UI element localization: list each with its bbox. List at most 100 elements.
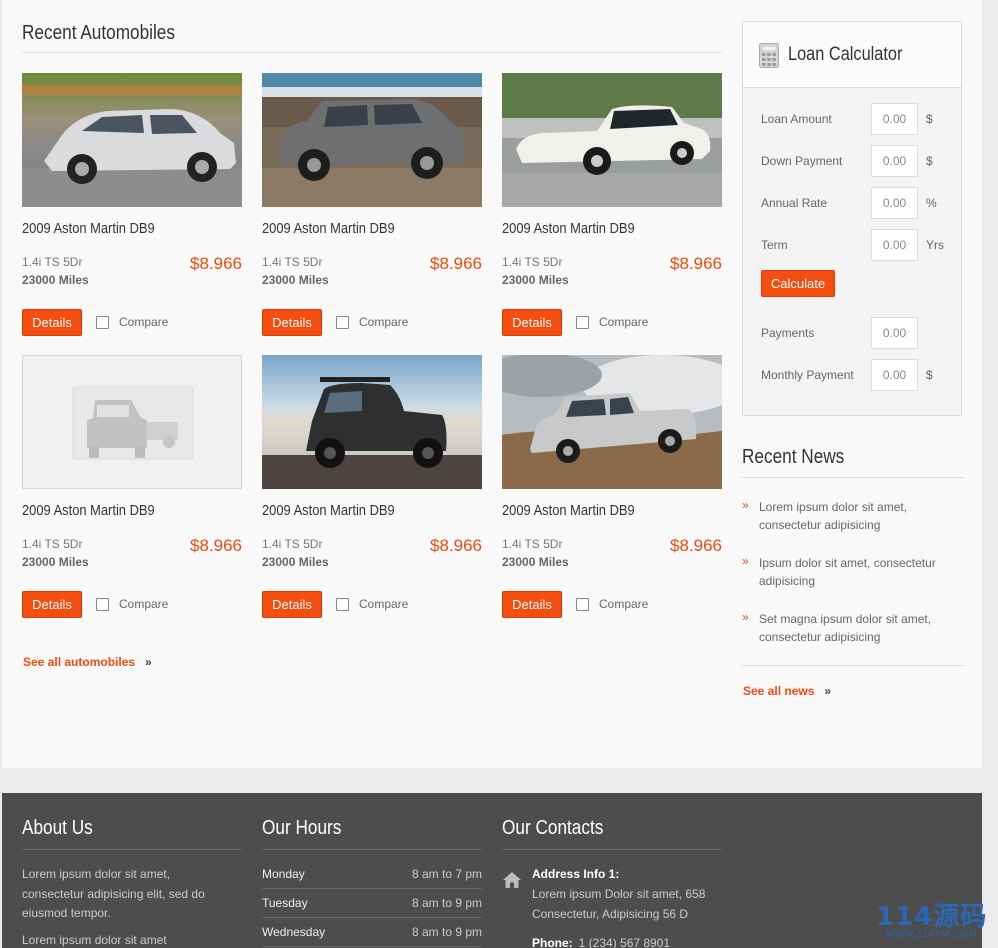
hours-time: 8 am to 7 pm xyxy=(411,867,482,881)
car-name[interactable]: 2009 Aston Martin DB9 xyxy=(262,502,395,519)
car-image-white-classic-coupe[interactable] xyxy=(502,73,722,207)
down-payment-input[interactable]: 0.00 xyxy=(871,145,918,177)
compare-label[interactable]: Compare xyxy=(119,315,168,329)
home-icon xyxy=(503,872,521,888)
car-name[interactable]: 2009 Aston Martin DB9 xyxy=(502,502,635,519)
car-miles: 23000 Miles xyxy=(262,273,329,287)
annual-rate-label: Annual Rate xyxy=(761,196,828,210)
watermark-text: 114源码 xyxy=(876,902,988,932)
car-price: $8.966 xyxy=(430,536,482,555)
recent-news-title: Recent News xyxy=(742,446,845,468)
compare-checkbox[interactable] xyxy=(576,598,589,611)
annual-rate-input[interactable]: 0.00 xyxy=(871,187,918,219)
car-image-silver-hatchback[interactable] xyxy=(22,73,242,207)
section-title: Recent Automobiles xyxy=(22,22,175,44)
car-card: 2009 Aston Martin DB9 1.4i TS 5Dr 23000 … xyxy=(262,73,482,339)
watermark-url: WWW.114YM.COM xyxy=(885,929,978,939)
our-hours-header: Our Hours xyxy=(262,817,482,850)
car-trim: 1.4i TS 5Dr xyxy=(22,255,83,269)
chevron-right-icon: » xyxy=(742,498,749,512)
see-all-automobiles-label: See all automobiles xyxy=(23,655,136,669)
car-card: 2009 Aston Martin DB9 1.4i TS 5Dr 23000 … xyxy=(22,355,242,621)
footer: About Us Lorem ipsum dolor sit amet, con… xyxy=(2,793,982,948)
car-image-placeholder[interactable] xyxy=(22,355,242,489)
car-card: 2009 Aston Martin DB9 1.4i TS 5Dr 23000 … xyxy=(502,73,722,339)
about-us-text: Lorem ipsum dolor sit amet, consectetur … xyxy=(22,867,205,920)
loan-calculator-header: Loan Calculator xyxy=(743,22,961,88)
loan-amount-input[interactable]: 0.00 xyxy=(871,103,918,135)
news-link[interactable]: Ipsum dolor sit amet, consectetur adipis… xyxy=(759,554,964,590)
loan-calculator: Loan Calculator Loan Amount 0.00 $ Down … xyxy=(742,21,962,416)
car-image-grey-suv-beach[interactable] xyxy=(262,73,482,207)
monthly-payment-label: Monthly Payment xyxy=(761,368,854,382)
recent-automobiles-header: Recent Automobiles xyxy=(22,22,722,53)
double-chevron-right-icon: » xyxy=(145,655,152,669)
car-miles: 23000 Miles xyxy=(22,555,89,569)
term-label: Term xyxy=(761,238,788,252)
loan-amount-label: Loan Amount xyxy=(761,112,832,126)
car-miles: 23000 Miles xyxy=(502,555,569,569)
about-us-title: About Us xyxy=(22,817,93,839)
our-contacts-header: Our Contacts xyxy=(502,817,722,850)
our-contacts-title: Our Contacts xyxy=(502,817,604,839)
see-all-news-link[interactable]: See all news » xyxy=(743,684,831,698)
chevron-right-icon: » xyxy=(742,610,749,624)
our-hours-title: Our Hours xyxy=(262,817,342,839)
payments-label: Payments xyxy=(761,326,815,340)
details-button[interactable]: Details xyxy=(502,309,562,336)
address-label: Address Info 1: xyxy=(532,867,620,881)
compare-checkbox[interactable] xyxy=(576,316,589,329)
car-trim: 1.4i TS 5Dr xyxy=(262,537,323,551)
car-price: $8.966 xyxy=(670,536,722,555)
compare-label[interactable]: Compare xyxy=(359,597,408,611)
car-price: $8.966 xyxy=(190,254,242,273)
car-name[interactable]: 2009 Aston Martin DB9 xyxy=(22,220,155,237)
compare-checkbox[interactable] xyxy=(336,598,349,611)
hours-time: 8 am to 9 pm xyxy=(411,896,482,910)
car-name[interactable]: 2009 Aston Martin DB9 xyxy=(262,220,395,237)
term-input[interactable]: 0.00 xyxy=(871,229,918,261)
compare-checkbox[interactable] xyxy=(336,316,349,329)
loan-amount-unit: $ xyxy=(926,112,933,126)
monthly-payment-unit: $ xyxy=(926,368,933,382)
divider xyxy=(742,665,964,666)
calculate-button[interactable]: Calculate xyxy=(761,270,835,297)
details-button[interactable]: Details xyxy=(262,591,322,618)
compare-label[interactable]: Compare xyxy=(359,315,408,329)
car-card: 2009 Aston Martin DB9 1.4i TS 5Dr 23000 … xyxy=(502,355,722,621)
about-us-text-2: Lorem ipsum dolor sit amet xyxy=(22,933,167,947)
car-price: $8.966 xyxy=(430,254,482,273)
details-button[interactable]: Details xyxy=(22,309,82,336)
hours-row: Tuesday 8 am to 9 pm xyxy=(262,889,482,918)
car-image-silver-pickup-offroad[interactable] xyxy=(502,355,722,489)
compare-label[interactable]: Compare xyxy=(119,597,168,611)
main-content: Recent Automobiles 2009 Aston Martin DB9… xyxy=(2,0,982,768)
see-all-automobiles-link[interactable]: See all automobiles » xyxy=(23,655,152,669)
compare-checkbox[interactable] xyxy=(96,598,109,611)
term-row: Term 0.00 Yrs xyxy=(761,229,951,261)
car-image-dark-suv-snow[interactable] xyxy=(262,355,482,489)
compare-label[interactable]: Compare xyxy=(599,597,648,611)
see-all-news-label: See all news xyxy=(743,684,815,698)
phone-label: Phone: xyxy=(532,936,573,948)
term-unit: Yrs xyxy=(926,238,944,252)
loan-amount-row: Loan Amount 0.00 $ xyxy=(761,103,951,135)
compare-checkbox[interactable] xyxy=(96,316,109,329)
down-payment-label: Down Payment xyxy=(761,154,843,168)
double-chevron-right-icon: » xyxy=(824,684,832,698)
car-price: $8.966 xyxy=(190,536,242,555)
details-button[interactable]: Details xyxy=(262,309,322,336)
compare-label[interactable]: Compare xyxy=(599,315,648,329)
car-card: 2009 Aston Martin DB9 1.4i TS 5Dr 23000 … xyxy=(22,73,242,339)
annual-rate-unit: % xyxy=(926,196,937,210)
details-button[interactable]: Details xyxy=(502,591,562,618)
hours-day: Monday xyxy=(262,867,305,881)
details-button[interactable]: Details xyxy=(22,591,82,618)
car-name[interactable]: 2009 Aston Martin DB9 xyxy=(22,502,155,519)
news-link[interactable]: Lorem ipsum dolor sit amet, consectetur … xyxy=(759,498,964,534)
monthly-payment-output: 0.00 xyxy=(871,359,918,391)
car-name[interactable]: 2009 Aston Martin DB9 xyxy=(502,220,635,237)
news-link[interactable]: Set magna ipsum dolor sit amet, consecte… xyxy=(759,610,964,646)
phone-number[interactable]: 1 (234) 567 8901 xyxy=(579,936,670,948)
car-miles: 23000 Miles xyxy=(22,273,89,287)
